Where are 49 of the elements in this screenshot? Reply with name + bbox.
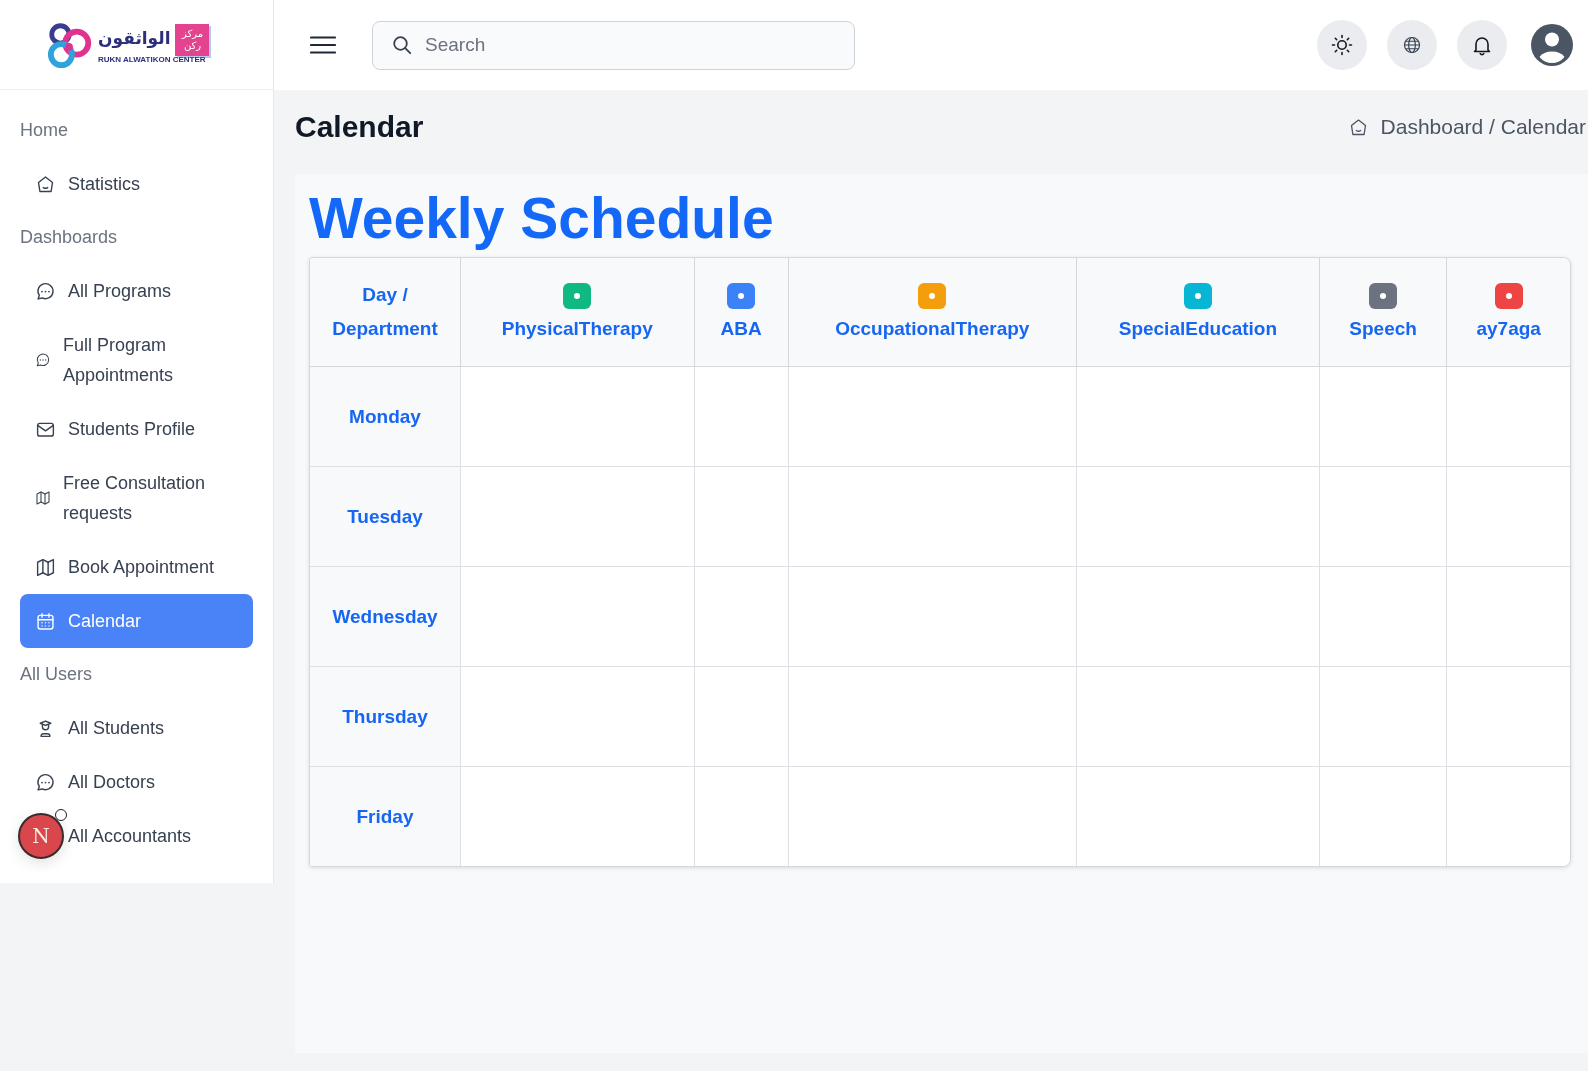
sidebar-item[interactable]: All Students (20, 701, 253, 755)
column-header: ay7aga (1476, 317, 1541, 341)
sidebar-section-title: Home (20, 119, 69, 142)
user-avatar-icon (1531, 24, 1573, 66)
breadcrumb: Dashboard / Calendar (1380, 115, 1586, 139)
sidebar-item[interactable]: All Programs (20, 264, 253, 318)
sidebar-item[interactable]: Calendar (20, 594, 253, 648)
row-header: Monday (310, 366, 461, 467)
chat-bubble-icon (35, 352, 51, 368)
column-header: Speech (1349, 317, 1417, 341)
map-icon (35, 556, 56, 578)
page-title: Calendar (295, 109, 424, 145)
sidebar-item[interactable]: All Accountants (66, 809, 253, 863)
column-header: OccupationalTherapy (835, 317, 1030, 341)
globe-icon (1402, 35, 1422, 55)
theme-button[interactable] (1317, 20, 1367, 70)
row-header: Friday (310, 766, 461, 866)
logo-subtitle: RUKN ALWATIKON CENTER (98, 55, 207, 65)
menu-icon (310, 36, 336, 54)
sidebar-item[interactable]: Free Consultation requests (20, 456, 253, 540)
notifications-button[interactable] (1457, 20, 1507, 70)
column-header: PhysicalTherapy (501, 317, 653, 341)
calendar-icon (35, 610, 56, 632)
sidebar-section-title: Dashboards (20, 226, 119, 249)
sidebar-section-title: All Users (20, 663, 93, 686)
home-icon (35, 173, 56, 195)
logo-emblem: مركز ركن (175, 24, 210, 56)
sidebar-item[interactable]: Students Profile (20, 402, 253, 456)
sidebar-item[interactable]: All Doctors (20, 755, 253, 809)
profile-button[interactable] (1531, 24, 1573, 66)
language-button[interactable] (1387, 20, 1437, 70)
sun-icon (1330, 33, 1354, 57)
map-icon (35, 490, 51, 506)
search-icon (392, 34, 412, 55)
row-header: Thursday (310, 666, 461, 767)
sidebar-item[interactable]: Full Program Appointments (20, 318, 253, 402)
schedule-title: Weekly Schedule (309, 185, 775, 251)
row-header: Tuesday (310, 466, 461, 567)
search-field[interactable]: Search (372, 20, 855, 70)
logo-title: الواثقون (98, 27, 171, 50)
column-header: SpecialEducation (1118, 317, 1278, 341)
sidebar-item[interactable]: Book Appointment (20, 540, 253, 594)
column-header: Day / Department (310, 258, 461, 367)
column-header: ABA (720, 317, 762, 341)
row-header: Wednesday (310, 566, 461, 667)
chat-bubble-icon (35, 280, 56, 302)
menu-button[interactable] (310, 36, 336, 54)
sidebar-item[interactable]: Statistics (20, 157, 253, 211)
chat-bubble-icon (35, 771, 56, 793)
